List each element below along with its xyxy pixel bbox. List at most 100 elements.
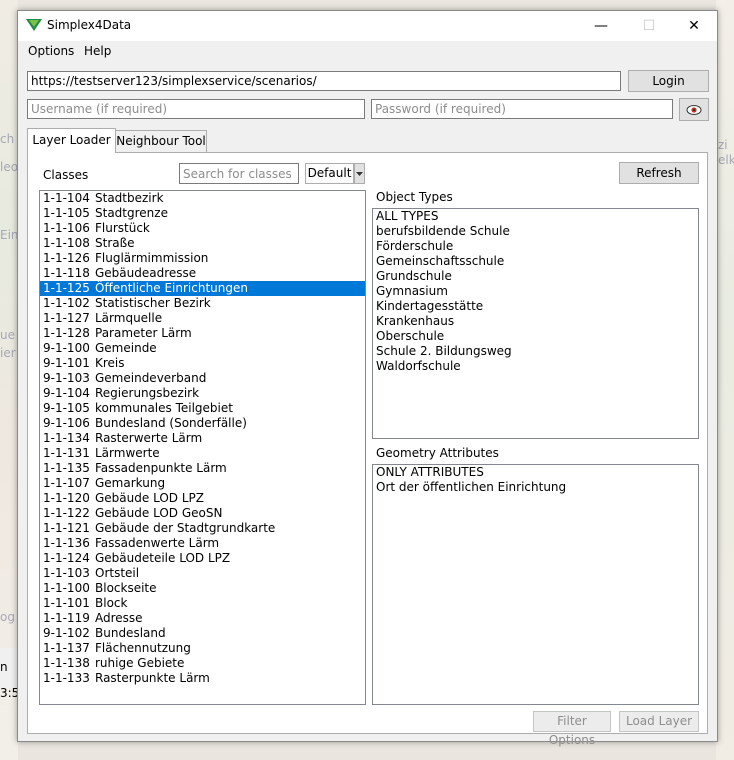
class-list-item[interactable]: 1-1-102 Statistischer Bezirk [40, 296, 365, 311]
class-code: 1-1-135 [43, 461, 90, 475]
class-search-input[interactable] [179, 163, 299, 184]
class-code: 1-1-100 [43, 581, 90, 595]
class-name: Stadtbezirk [95, 191, 164, 205]
chevron-down-icon [356, 172, 363, 176]
class-code: 1-1-106 [43, 221, 90, 235]
menu-options[interactable]: Options [28, 44, 74, 58]
class-list-item[interactable]: 1-1-106 Flurstück [40, 221, 365, 236]
refresh-button[interactable]: Refresh [619, 162, 699, 184]
class-list-item[interactable]: 1-1-108 Straße [40, 236, 365, 251]
class-list-item[interactable]: 9-1-101 Kreis [40, 356, 365, 371]
class-list-item[interactable]: 1-1-107 Gemarkung [40, 476, 365, 491]
class-code: 1-1-105 [43, 206, 90, 220]
class-list-item[interactable]: 9-1-103 Gemeindeverband [40, 371, 365, 386]
class-code: 1-1-108 [43, 236, 90, 250]
class-name: Gebäude LOD GeoSN [95, 506, 223, 520]
class-name: Gebäude der Stadtgrundkarte [95, 521, 276, 535]
class-list-item[interactable]: 1-1-131 Lärmwerte [40, 446, 365, 461]
class-list-item[interactable]: 1-1-124 Gebäudeteile LOD LPZ [40, 551, 365, 566]
class-list-item[interactable]: 1-1-125 Öffentliche Einrichtungen [40, 281, 365, 296]
class-list-item[interactable]: 1-1-100 Blockseite [40, 581, 365, 596]
show-password-button[interactable] [679, 98, 709, 121]
class-list-item[interactable]: 1-1-105 Stadtgrenze [40, 206, 365, 221]
class-list-item[interactable]: 1-1-120 Gebäude LOD LPZ [40, 491, 365, 506]
class-list-item[interactable]: 9-1-100 Gemeinde [40, 341, 365, 356]
class-list-item[interactable]: 9-1-102 Bundesland [40, 626, 365, 641]
class-list-item[interactable]: 1-1-134 Rasterwerte Lärm [40, 431, 365, 446]
layer-loader-panel: Classes Default Refresh 1-1-104 Stadtbezi… [27, 152, 708, 747]
class-list-item[interactable]: 1-1-137 Flächennutzung [40, 641, 365, 656]
geometry-attributes-listbox[interactable]: ONLY ATTRIBUTES Ort der öffentlichen Einr… [372, 464, 699, 705]
class-code: 1-1-103 [43, 566, 90, 580]
class-name: Öffentliche Einrichtungen [95, 281, 248, 295]
class-list-item[interactable]: 9-1-105 kommunales Teilgebiet [40, 401, 365, 416]
class-list-item[interactable]: 1-1-104 Stadtbezirk [40, 191, 365, 206]
class-name: kommunales Teilgebiet [95, 401, 233, 415]
maximize-button[interactable]: ☐ [626, 11, 672, 41]
menu-help[interactable]: Help [84, 44, 111, 58]
class-code: 9-1-103 [43, 371, 90, 385]
object-type-item[interactable]: Oberschule [373, 329, 698, 344]
class-name: Flurstück [95, 221, 150, 235]
object-type-item[interactable]: ALL TYPES [373, 209, 698, 224]
object-type-item[interactable]: Grundschule [373, 269, 698, 284]
geometry-attribute-item[interactable]: Ort der öffentlichen Einrichtung [373, 480, 698, 495]
default-dropdown-button[interactable] [354, 163, 365, 184]
class-name: Gemarkung [95, 476, 166, 490]
geometry-attribute-item[interactable]: ONLY ATTRIBUTES [373, 465, 698, 480]
class-list-item[interactable]: 1-1-136 Fassadenwerte Lärm [40, 536, 365, 551]
filter-options-button[interactable]: Filter Options [533, 711, 611, 747]
default-select[interactable]: Default [305, 163, 354, 184]
window-title: Simplex4Data [47, 18, 132, 32]
class-list-item[interactable]: 1-1-138 ruhige Gebiete [40, 656, 365, 671]
class-code: 1-1-133 [43, 671, 90, 685]
classes-listbox[interactable]: 1-1-104 Stadtbezirk 1-1-105 Stadtgrenze 1-1-… [39, 190, 366, 705]
object-types-listbox[interactable]: ALL TYPES berufsbildende Schule Förderschu… [372, 208, 699, 439]
class-list-item[interactable]: 1-1-133 Rasterpunkte Lärm [40, 671, 365, 686]
class-code: 9-1-104 [43, 386, 90, 400]
class-name: Adresse [95, 611, 143, 625]
password-input[interactable] [371, 99, 673, 119]
class-list-item[interactable]: 1-1-103 Ortsteil [40, 566, 365, 581]
login-button[interactable]: Login [628, 70, 709, 92]
object-type-item[interactable]: berufsbildende Schule [373, 224, 698, 239]
class-code: 1-1-137 [43, 641, 90, 655]
class-list-item[interactable]: 1-1-126 Fluglärmimmission [40, 251, 365, 266]
class-list-item[interactable]: 1-1-122 Gebäude LOD GeoSN [40, 506, 365, 521]
eye-icon [686, 104, 702, 115]
object-type-item[interactable]: Krankenhaus [373, 314, 698, 329]
class-list-item[interactable]: 1-1-135 Fassadenpunkte Lärm [40, 461, 365, 476]
object-type-item[interactable]: Waldorfschule [373, 359, 698, 374]
background-map-label: og [0, 610, 15, 624]
tab-neighbour-tool[interactable]: Neighbour Tool [115, 130, 207, 152]
username-input[interactable] [27, 99, 365, 119]
load-layer-button[interactable]: Load Layer [619, 711, 699, 732]
class-list-item[interactable]: 9-1-104 Regierungsbezirk [40, 386, 365, 401]
class-list-item[interactable]: 1-1-119 Adresse [40, 611, 365, 626]
class-code: 1-1-119 [43, 611, 90, 625]
server-url-input[interactable] [27, 71, 621, 91]
object-type-item[interactable]: Förderschule [373, 239, 698, 254]
object-type-item[interactable]: Kindertagesstätte [373, 299, 698, 314]
class-list-item[interactable]: 1-1-127 Lärmquelle [40, 311, 365, 326]
class-name: Gebäudeteile LOD LPZ [95, 551, 231, 565]
object-type-item[interactable]: Gemeinschaftsschule [373, 254, 698, 269]
class-list-item[interactable]: 9-1-106 Bundesland (Sonderfälle) [40, 416, 365, 431]
class-list-item[interactable]: 1-1-128 Parameter Lärm [40, 326, 365, 341]
title-bar[interactable]: Simplex4Data — ☐ ✕ [18, 11, 717, 41]
minimize-button[interactable]: — [578, 11, 624, 41]
class-name: Bundesland [95, 626, 166, 640]
class-code: 1-1-136 [43, 536, 90, 550]
class-name: Rasterwerte Lärm [95, 431, 203, 445]
class-list-item[interactable]: 1-1-101 Block [40, 596, 365, 611]
tab-layer-loader[interactable]: Layer Loader [27, 128, 116, 153]
class-list-item[interactable]: 1-1-118 Gebäudeadresse [40, 266, 365, 281]
object-type-item[interactable]: Schule 2. Bildungsweg [373, 344, 698, 359]
background-map-label: ue [0, 328, 15, 342]
object-type-item[interactable]: Gymnasium [373, 284, 698, 299]
class-code: 1-1-131 [43, 446, 90, 460]
class-code: 1-1-125 [43, 281, 90, 295]
close-button[interactable]: ✕ [671, 11, 717, 41]
classes-label: Classes [43, 168, 89, 182]
class-list-item[interactable]: 1-1-121 Gebäude der Stadtgrundkarte [40, 521, 365, 536]
